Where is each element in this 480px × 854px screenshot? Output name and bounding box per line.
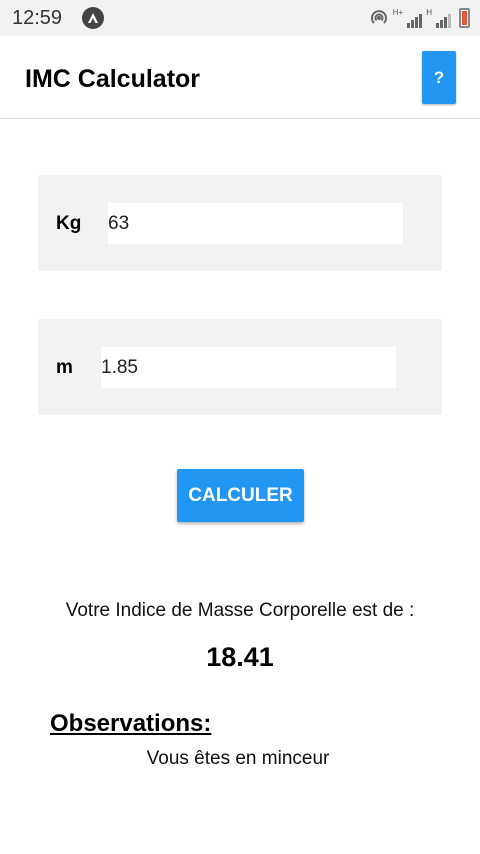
weight-input[interactable]: 63 [108,203,403,244]
battery-icon [459,8,470,28]
help-button-label: ? [433,67,445,87]
calculate-button-label: CALCULER [188,484,293,506]
status-bar: 12:59 H+ H [0,0,480,36]
height-input-value: 1.85 [101,356,138,378]
weight-card: Kg 63 [38,175,442,271]
signal-type-label-2: H [426,8,432,17]
signal-bars-icon-2 [436,12,451,28]
result-label: Votre Indice de Masse Corporelle est de … [65,600,415,621]
weight-input-value: 63 [108,212,130,234]
signal-bars-icon [407,12,423,28]
help-button[interactable]: ? [422,51,456,104]
observations-title: Observations: [50,710,212,737]
signal-type-label: H+ [392,8,404,17]
observations-text: Vous êtes en minceur [146,748,330,769]
app-bar: IMC Calculator ? [0,36,480,119]
status-time: 12:59 [12,7,63,29]
height-label: m [56,357,73,378]
calculate-button[interactable]: CALCULER [177,469,304,522]
weight-label: Kg [56,213,82,234]
result-value: 18.41 [206,642,274,672]
app-notification-icon [82,7,104,29]
hotspot-icon [370,10,387,24]
app-title: IMC Calculator [25,65,201,93]
height-card: m 1.85 [38,319,442,415]
status-icons: H+ H [369,6,470,28]
height-input[interactable]: 1.85 [101,347,396,388]
